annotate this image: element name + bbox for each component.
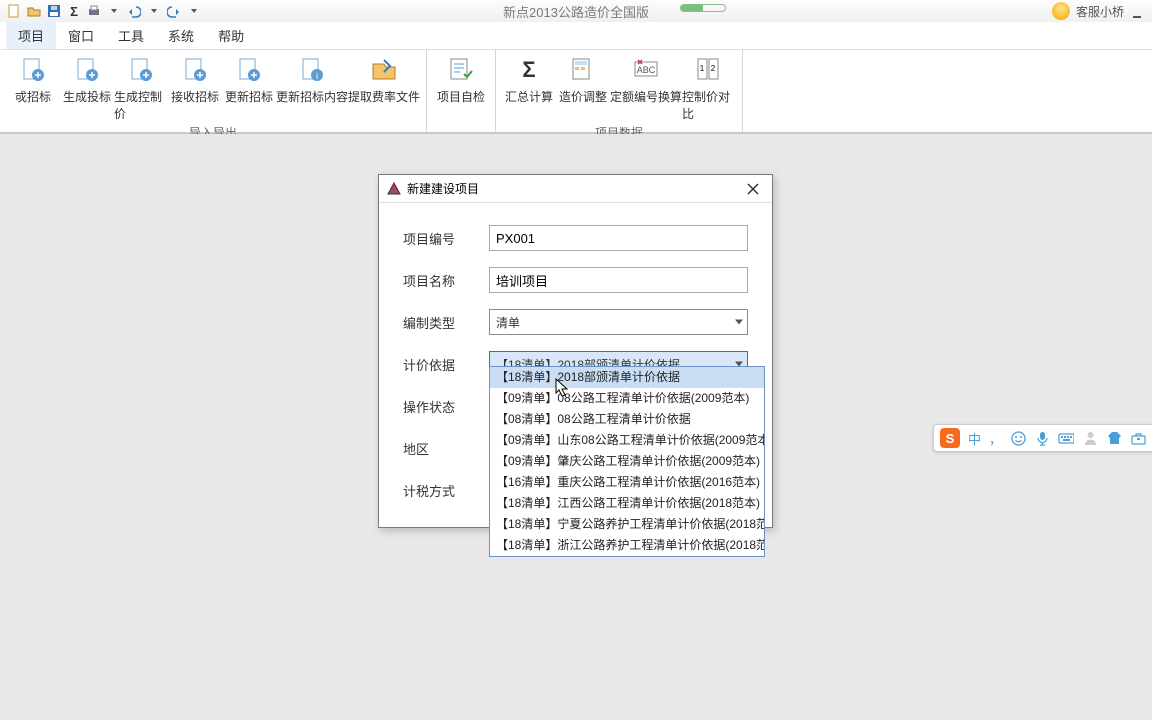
dropdown-option[interactable]: 【09清单】山东08公路工程清单计价依据(2009范本) [490, 430, 764, 451]
open-icon[interactable] [25, 2, 43, 20]
toolbox-icon[interactable] [1130, 430, 1146, 446]
redo-icon[interactable] [165, 2, 183, 20]
sum-icon[interactable]: Σ [65, 2, 83, 20]
svg-text:1: 1 [700, 64, 705, 73]
close-button[interactable] [742, 178, 764, 200]
print-dropdown-icon[interactable] [105, 2, 123, 20]
svg-text:2: 2 [711, 64, 716, 73]
support-label[interactable]: 客服小桥 [1076, 3, 1124, 20]
dropdown-option[interactable]: 【09清单】08公路工程清单计价依据(2009范本) [490, 388, 764, 409]
btn-project-selfcheck[interactable]: 项目自检 [433, 52, 489, 107]
new-project-dialog: 新建建设项目 项目编号 项目名称 编制类型 清单 计价依据 【18清单】2018… [378, 174, 773, 528]
quick-access-toolbar: Σ 新点2013公路造价全国版 客服小桥 [0, 0, 1152, 22]
workspace: 新建建设项目 项目编号 项目名称 编制类型 清单 计价依据 【18清单】2018… [0, 134, 1152, 720]
input-project-no[interactable] [489, 225, 748, 251]
menu-tool[interactable]: 工具 [106, 22, 156, 49]
print-icon[interactable] [85, 2, 103, 20]
menu-system[interactable]: 系统 [156, 22, 206, 49]
menu-bar: 项目 窗口 工具 系统 帮助 [0, 22, 1152, 50]
ime-punct[interactable]: ， [989, 429, 1002, 448]
btn-quota-code-convert[interactable]: ABC定额编号换算 [610, 52, 682, 124]
dropdown-option[interactable]: 【18清单】2018部颁清单计价依据 [490, 367, 764, 388]
label-compose-type: 编制类型 [403, 313, 489, 332]
btn-extract-fee-file[interactable]: 提取费率文件 [348, 52, 420, 124]
btn-update-zhaobiao-content[interactable]: i更新招标内容 [276, 52, 348, 124]
progress-indicator [680, 4, 726, 12]
label-project-no: 项目编号 [403, 229, 489, 248]
btn-control-price-compare[interactable]: 12控制价对比 [682, 52, 736, 124]
undo-icon[interactable] [125, 2, 143, 20]
btn-gen-zhaobiao[interactable]: 戓招标 [6, 52, 60, 124]
pricing-basis-dropdown: 【18清单】2018部颁清单计价依据 【09清单】08公路工程清单计价依据(20… [489, 366, 765, 557]
ime-toolbar[interactable]: S 中 ， [933, 424, 1152, 452]
ime-lang[interactable]: 中 [968, 429, 981, 448]
skin-icon[interactable] [1106, 430, 1122, 446]
support-avatar-icon[interactable] [1052, 2, 1070, 20]
label-pricing-basis: 计价依据 [403, 355, 489, 374]
app-title: 新点2013公路造价全国版 [503, 2, 649, 21]
chevron-down-icon [735, 320, 743, 325]
dropdown-option[interactable]: 【18清单】宁夏公路养护工程清单计价依据(2018范本) [490, 514, 764, 535]
new-icon[interactable] [5, 2, 23, 20]
dialog-titlebar[interactable]: 新建建设项目 [379, 175, 772, 203]
label-project-name: 项目名称 [403, 271, 489, 290]
label-tax-method: 计税方式 [403, 481, 489, 500]
dropdown-option[interactable]: 【08清单】08公路工程清单计价依据 [490, 409, 764, 430]
save-icon[interactable] [45, 2, 63, 20]
undo-dropdown-icon[interactable] [145, 2, 163, 20]
menu-window[interactable]: 窗口 [56, 22, 106, 49]
app-icon [387, 182, 401, 196]
minimize-button[interactable] [1130, 4, 1144, 18]
mic-icon[interactable] [1034, 430, 1050, 446]
btn-gen-kongzhijia[interactable]: 生成控制价 [114, 52, 168, 124]
ribbon: 戓招标 生成投标 生成控制价 接收招标 更新招标 i更新招标内容 提取费率文件 … [0, 50, 1152, 134]
dropdown-option[interactable]: 【18清单】浙江公路养护工程清单计价依据(2018范本) [490, 535, 764, 556]
btn-price-adjust[interactable]: 造价调整 [556, 52, 610, 124]
dialog-title: 新建建设项目 [407, 180, 479, 197]
menu-help[interactable]: 帮助 [206, 22, 256, 49]
dropdown-option[interactable]: 【16清单】重庆公路工程清单计价依据(2016范本) [490, 472, 764, 493]
btn-update-zhaobiao[interactable]: 更新招标 [222, 52, 276, 124]
label-region: 地区 [403, 439, 489, 458]
keyboard-icon[interactable] [1058, 430, 1074, 446]
menu-project[interactable]: 项目 [6, 22, 56, 49]
person-icon[interactable] [1082, 430, 1098, 446]
dropdown-option[interactable]: 【18清单】江西公路工程清单计价依据(2018范本) [490, 493, 764, 514]
input-project-name[interactable] [489, 267, 748, 293]
label-operation-state: 操作状态 [403, 397, 489, 416]
dropdown-option[interactable]: 【09清单】肇庆公路工程清单计价依据(2009范本) [490, 451, 764, 472]
redo-dropdown-icon[interactable] [185, 2, 203, 20]
svg-text:ABC: ABC [637, 65, 656, 75]
btn-gen-toubiao[interactable]: 生成投标 [60, 52, 114, 124]
combo-compose-type[interactable]: 清单 [489, 309, 748, 335]
btn-sum-calc[interactable]: Σ汇总计算 [502, 52, 556, 124]
svg-text:i: i [316, 71, 318, 81]
sogou-icon[interactable]: S [940, 428, 960, 448]
smiley-icon[interactable] [1010, 430, 1026, 446]
btn-receive-zhaobiao[interactable]: 接收招标 [168, 52, 222, 124]
